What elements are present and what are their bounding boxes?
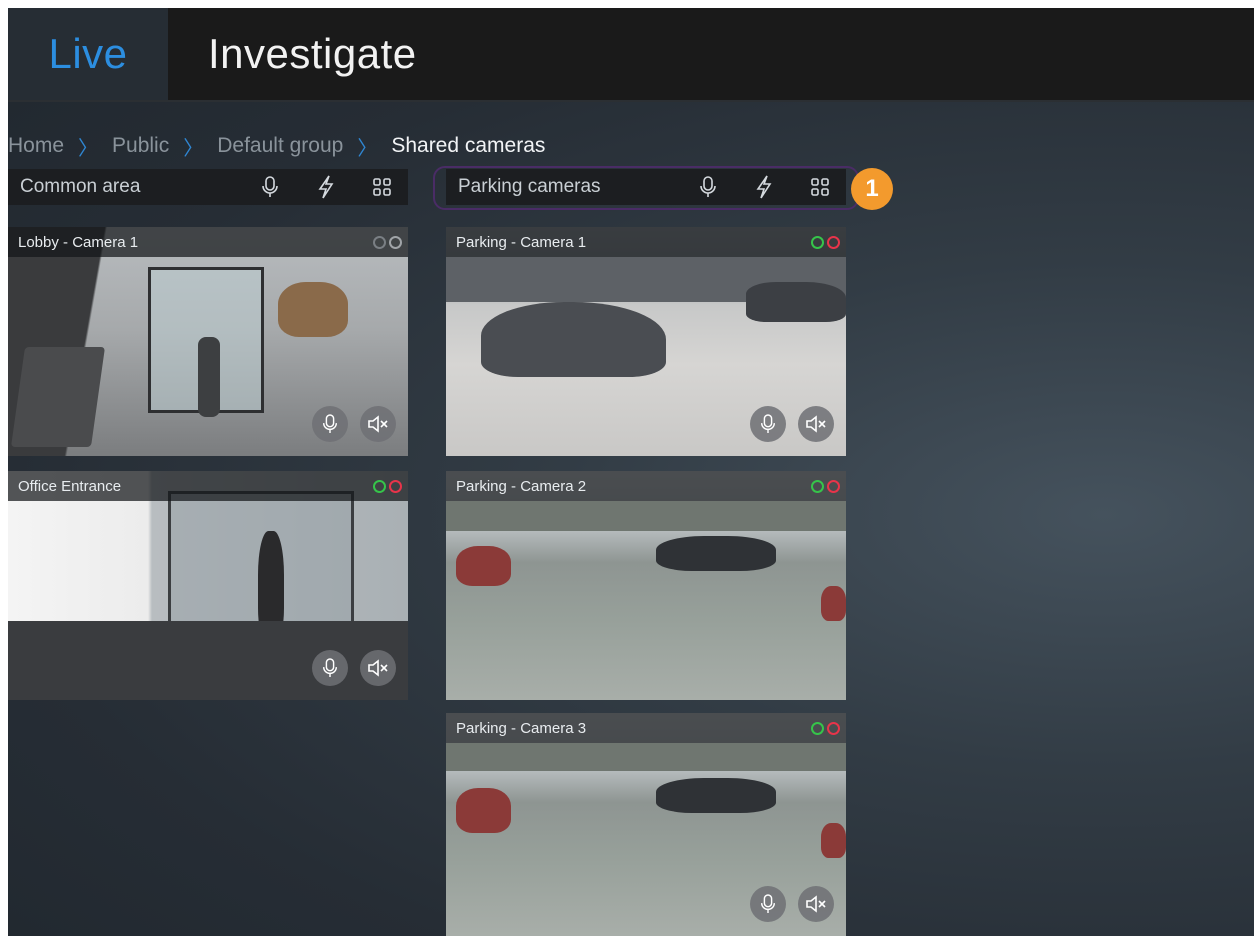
camera-title: Parking - Camera 2 xyxy=(456,477,587,495)
breadcrumb: Home 〉 Public 〉 Default group 〉 Shared c… xyxy=(8,131,545,161)
group-header-common-area: Common area xyxy=(8,169,408,205)
status-dot-red xyxy=(389,479,402,493)
scene-car xyxy=(481,302,666,377)
scene-red-car xyxy=(456,788,511,833)
scene-red-car xyxy=(456,546,511,586)
scene-ceiling-beam xyxy=(446,501,846,531)
group-title: Parking cameras xyxy=(458,176,601,197)
scene-reception-desk xyxy=(278,282,348,337)
camera-title-bar: Parking - Camera 1 xyxy=(446,227,846,257)
status-dot-red xyxy=(827,479,840,493)
breadcrumb-public[interactable]: Public xyxy=(112,134,169,158)
camera-controls xyxy=(738,406,834,442)
scene-red-car xyxy=(821,586,846,621)
breadcrumb-home[interactable]: Home xyxy=(8,134,64,158)
camera-title: Parking - Camera 3 xyxy=(456,719,587,737)
camera-tile-office-entrance[interactable]: Office Entrance xyxy=(8,471,408,700)
camera-title: Parking - Camera 1 xyxy=(456,233,587,251)
status-indicators xyxy=(370,235,402,249)
camera-title-bar: Lobby - Camera 1 xyxy=(8,227,408,257)
microphone-icon[interactable] xyxy=(750,886,786,922)
breadcrumb-default-group[interactable]: Default group xyxy=(217,134,343,158)
camera-tile-parking-2[interactable]: Parking - Camera 2 xyxy=(446,471,846,700)
microphone-icon[interactable] xyxy=(312,406,348,442)
camera-controls xyxy=(300,650,396,686)
camera-title-bar: Office Entrance xyxy=(8,471,408,501)
tab-investigate[interactable]: Investigate xyxy=(208,8,417,100)
speaker-muted-icon[interactable] xyxy=(798,886,834,922)
camera-controls xyxy=(300,406,396,442)
camera-tile-parking-3[interactable]: Parking - Camera 3 xyxy=(446,713,846,936)
camera-title: Lobby - Camera 1 xyxy=(18,233,139,251)
status-dot-green xyxy=(373,479,386,493)
scene-cars xyxy=(656,536,776,571)
tab-investigate-label: Investigate xyxy=(208,30,417,77)
status-indicators xyxy=(808,721,840,735)
microphone-icon[interactable] xyxy=(750,406,786,442)
grid-layout-icon[interactable] xyxy=(370,175,394,199)
scene-cars xyxy=(656,778,776,813)
status-dot-inactive xyxy=(373,235,386,249)
status-indicators xyxy=(370,479,402,493)
chevron-right-icon: 〉 xyxy=(78,137,99,160)
camera-title-bar: Parking - Camera 3 xyxy=(446,713,846,743)
scene-car xyxy=(746,282,846,322)
top-tab-bar: Live Investigate xyxy=(8,8,1254,102)
microphone-icon[interactable] xyxy=(258,175,282,199)
scene-planter xyxy=(198,337,220,417)
status-dot-red xyxy=(827,235,840,249)
status-indicators xyxy=(808,479,840,493)
status-dot-green xyxy=(811,721,824,735)
grid-layout-icon[interactable] xyxy=(808,175,832,199)
status-dot-green xyxy=(811,235,824,249)
speaker-muted-icon[interactable] xyxy=(798,406,834,442)
breadcrumb-shared-cameras: Shared cameras xyxy=(391,134,546,157)
status-dot-inactive xyxy=(389,235,402,249)
camera-tile-parking-1[interactable]: Parking - Camera 1 xyxy=(446,227,846,456)
callout-badge: 1 xyxy=(851,168,893,210)
microphone-icon[interactable] xyxy=(696,175,720,199)
camera-tile-lobby[interactable]: Lobby - Camera 1 xyxy=(8,227,408,456)
camera-controls xyxy=(738,886,834,922)
chevron-right-icon: 〉 xyxy=(183,137,204,160)
scene-frame xyxy=(10,347,106,447)
camera-title: Office Entrance xyxy=(18,477,122,495)
speaker-muted-icon[interactable] xyxy=(360,406,396,442)
group-title: Common area xyxy=(20,176,141,197)
tab-live[interactable]: Live xyxy=(8,8,168,100)
scene-ceiling-beam xyxy=(446,743,846,771)
camera-title-bar: Parking - Camera 2 xyxy=(446,471,846,501)
tab-live-label: Live xyxy=(48,30,128,77)
chevron-right-icon: 〉 xyxy=(357,137,378,160)
status-dot-red xyxy=(827,721,840,735)
microphone-icon[interactable] xyxy=(312,650,348,686)
group-header-parking-cameras: Parking cameras xyxy=(446,169,846,205)
screenshot-border-left xyxy=(0,0,8,936)
status-indicators xyxy=(808,235,840,249)
lightning-icon[interactable] xyxy=(752,175,776,199)
scene-red-car xyxy=(821,823,846,858)
status-dot-green xyxy=(811,479,824,493)
screenshot-border-top xyxy=(0,0,1254,8)
lightning-icon[interactable] xyxy=(314,175,338,199)
speaker-muted-icon[interactable] xyxy=(360,650,396,686)
